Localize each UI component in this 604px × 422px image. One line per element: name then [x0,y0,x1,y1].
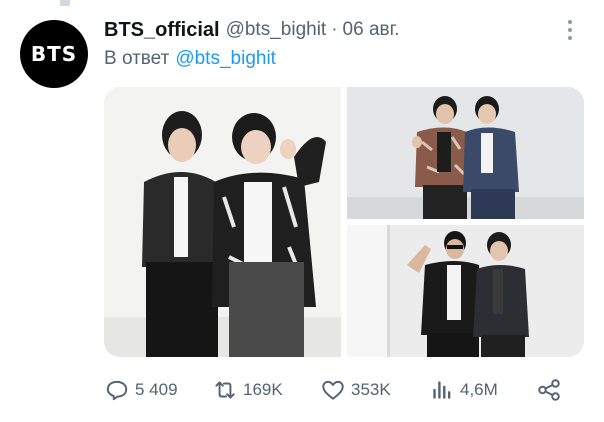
heart-icon [322,380,344,400]
more-options-icon[interactable] [560,18,580,42]
view-count: 4,6M [460,380,498,399]
photo-2[interactable] [347,87,584,219]
action-bar: 5 409 169K 353K 4,6M [104,372,574,408]
views-button[interactable]: 4,6M [429,372,498,408]
photo-3[interactable] [347,225,584,357]
bar-chart-icon [433,381,451,399]
reply-to-handle[interactable]: @bts_bighit [175,48,276,69]
reply-context: В ответ @bts_bighit [104,48,276,70]
reply-bubble-icon [106,380,128,401]
display-name[interactable]: BTS_official [104,19,220,42]
like-button[interactable]: 353K [320,372,391,408]
like-count: 353K [351,380,391,399]
user-handle[interactable]: @bts_bighit [226,19,327,41]
separator-dot: · [331,19,338,40]
avatar[interactable]: BTS [20,20,88,88]
share-icon [538,379,560,401]
reply-count: 5 409 [135,380,178,399]
tweet-date[interactable]: 06 авг. [343,19,400,41]
photo-1[interactable] [104,87,341,357]
retweet-icon [215,381,235,399]
tweet-header: BTS_official @bts_bighit · 06 авг. [104,16,400,44]
thread-connector [60,0,70,6]
retweet-count: 169K [243,380,283,399]
reply-button[interactable]: 5 409 [104,372,178,408]
share-button[interactable] [536,372,562,408]
retweet-button[interactable]: 169K [212,372,283,408]
media-grid [104,87,584,357]
avatar-logo-text: BTS [30,42,78,66]
reply-prefix: В ответ [104,48,170,69]
tweet: BTS BTS_official @bts_bighit · 06 авг. В… [0,0,604,422]
